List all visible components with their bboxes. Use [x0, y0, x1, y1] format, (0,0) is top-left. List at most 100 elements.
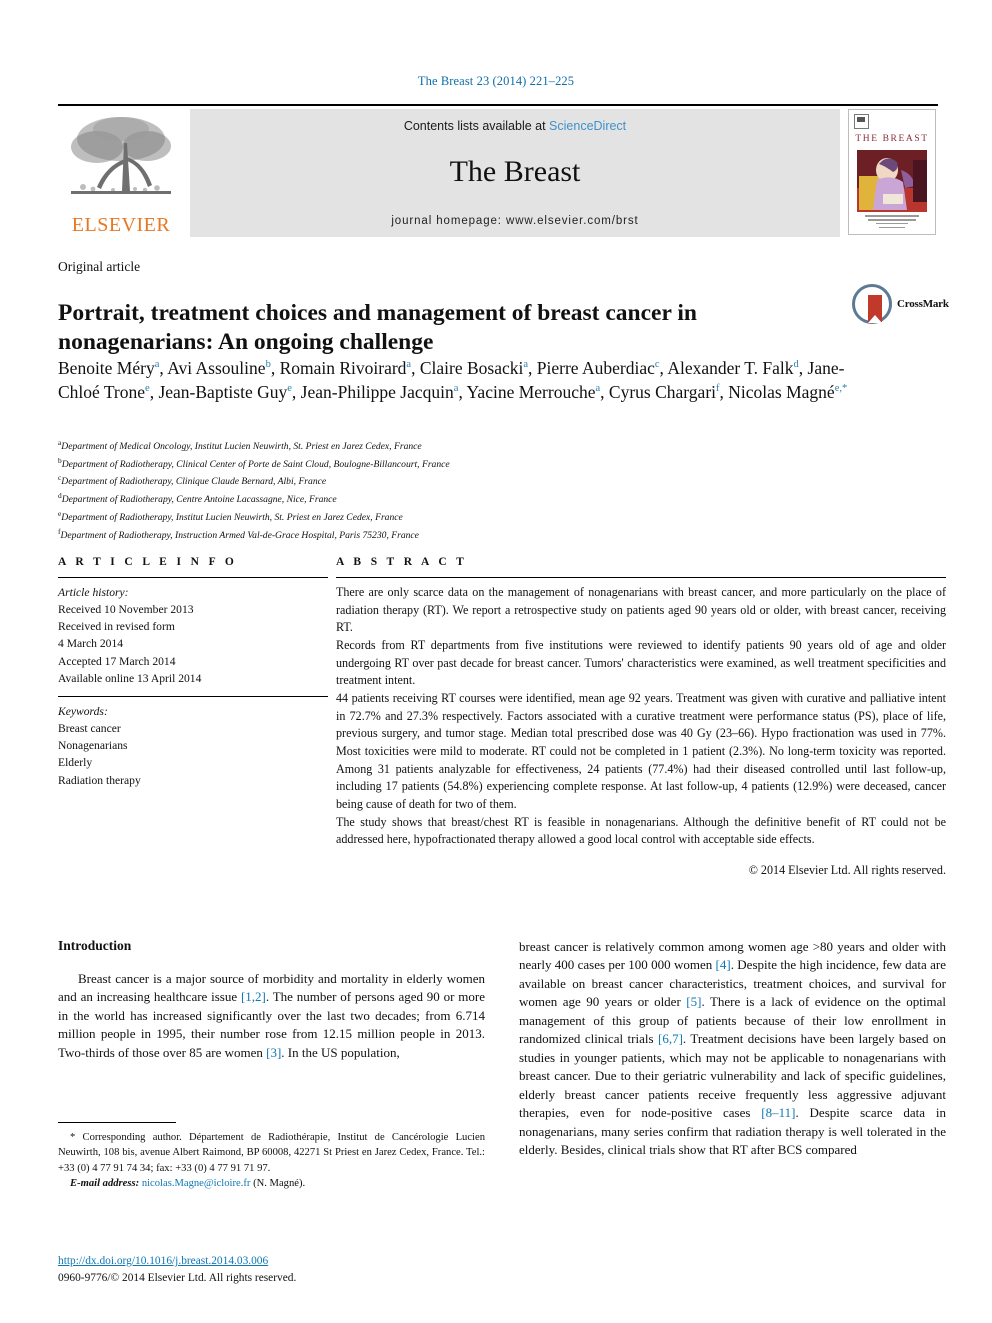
cover-title: THE BREAST	[855, 134, 929, 144]
author-affiliation-mark: a	[523, 359, 529, 371]
crossmark-badge[interactable]: CrossMark	[852, 282, 949, 326]
author-affiliation-mark: b	[265, 359, 271, 371]
journal-title: The Breast	[449, 155, 581, 188]
article-history-item: Received in revised form	[58, 620, 175, 634]
author-name: Cyrus Chargari	[608, 381, 717, 402]
elsevier-tree-icon	[71, 117, 171, 194]
author-affiliation-mark: f	[716, 382, 720, 394]
crossmark-circle-icon	[852, 284, 892, 324]
keyword-lines: Breast cancer Nonagenarians Elderly Radiati…	[58, 720, 328, 789]
section-heading-introduction: Introduction	[58, 938, 132, 953]
cover-publisher-logo-icon	[854, 114, 869, 129]
article-info-heading: A R T I C L E I N F O	[58, 556, 238, 568]
cover-caption	[855, 213, 929, 229]
abstract-heading: A B S T R A C T	[336, 556, 468, 568]
author-affiliation-mark: a	[154, 359, 160, 371]
affiliation-mark: d	[58, 491, 62, 501]
author-name: Romain Rivoirard	[279, 358, 407, 378]
journal-cover-thumbnail[interactable]: THE BREAST	[848, 109, 936, 235]
journal-band: Contents lists available at ScienceDirec…	[190, 109, 840, 237]
author-name: Alexander T. Falk	[667, 358, 794, 378]
journal-masthead: ELSEVIER Contents lists available at Sci…	[58, 104, 938, 237]
email-label: E-mail address:	[70, 1177, 140, 1189]
email-note: E-mail address: nicolas.Magne@icloire.fr…	[58, 1176, 485, 1191]
abstract-paragraph: 44 patients receiving RT courses were id…	[336, 690, 946, 811]
issn-copyright-line: 0960-9776/© 2014 Elsevier Ltd. All right…	[58, 1271, 297, 1284]
keyword-item: Nonagenarians	[58, 739, 128, 753]
author-affiliation-mark: e,*	[834, 382, 848, 394]
article-history-item: Accepted 17 March 2014	[58, 654, 176, 668]
page-title: Portrait, treatment choices and manageme…	[58, 299, 697, 356]
elsevier-wordmark: ELSEVIER	[71, 214, 171, 236]
author-affiliation-mark: d	[793, 359, 799, 371]
author-name: Jean-Philippe Jacquin	[300, 381, 454, 402]
article-history-item: Available online 13 April 2014	[58, 671, 202, 685]
cover-artwork	[857, 150, 927, 212]
article-history-block: Article history: Received 10 November 20…	[58, 584, 328, 687]
article-info-rule-mid	[58, 695, 328, 697]
affiliation-mark: c	[58, 473, 62, 483]
keyword-item: Radiation therapy	[58, 773, 141, 787]
affiliation-item: dDepartment of Radiotherapy, Centre Anto…	[58, 491, 337, 506]
doi-block: http://dx.doi.org/10.1016/j.breast.2014.…	[58, 1253, 485, 1286]
affiliation-item: fDepartment of Radiotherapy, Instruction…	[58, 526, 419, 541]
affiliation-mark: f	[58, 526, 61, 536]
contents-prefix: Contents lists available at	[403, 119, 550, 133]
author-name: Benoite Méry	[58, 358, 155, 378]
abstract-column: A B S T R A C T There are only scarce da…	[336, 556, 946, 878]
abstract-rule-top	[336, 577, 946, 578]
intro-paragraph-right: breast cancer is relatively common among…	[519, 939, 947, 1157]
sciencedirect-link[interactable]: ScienceDirect	[549, 119, 626, 133]
author-affiliation-mark: e	[145, 382, 150, 394]
crossmark-label: CrossMark	[897, 298, 949, 310]
article-history-item: Received 10 November 2013	[58, 603, 194, 617]
author-name: Jean-Baptiste Guy	[158, 381, 288, 402]
article-type: Original article	[58, 259, 141, 274]
article-info-column: A R T I C L E I N F O Article history: R…	[58, 556, 328, 878]
affiliation-list: aDepartment of Medical Oncology, Institu…	[58, 437, 758, 543]
article-history-item: 4 March 2014	[58, 637, 124, 651]
abstract-paragraph: Records from RT departments from five in…	[336, 637, 946, 688]
author-name: Nicolas Magné	[728, 381, 835, 402]
author-affiliation-mark: a	[595, 382, 601, 394]
author-list: Benoite Mérya, Avi Assoulineb, Romain Ri…	[58, 358, 848, 402]
corresponding-author-note: * Corresponding author. Département de R…	[58, 1132, 485, 1174]
author-affiliation-mark: c	[654, 359, 660, 371]
article-history-lines: Received 10 November 2013 Received in rev…	[58, 601, 328, 687]
article-info-rule-top	[58, 577, 328, 578]
author-name: Pierre Auberdiac	[536, 358, 655, 378]
crossmark-ribbon-icon	[868, 295, 882, 323]
keyword-item: Elderly	[58, 756, 93, 770]
affiliation-item: eDepartment of Radiotherapy, Institut Lu…	[58, 508, 403, 524]
email-link[interactable]: nicolas.Magne@icloire.fr	[142, 1178, 251, 1189]
keywords-block: Keywords: Breast cancer Nonagenarians Elde…	[58, 703, 328, 789]
author-name: Avi Assouline	[167, 358, 266, 378]
journal-cover-block: THE BREAST	[846, 109, 938, 237]
affiliation-item: cDepartment of Radiotherapy, Clinique Cl…	[58, 473, 327, 488]
abstract-paragraph: There are only scarce data on the manage…	[336, 585, 946, 635]
author-name: Yacine Merrouche	[466, 381, 596, 402]
email-owner: (N. Magné).	[253, 1177, 306, 1189]
cover-painting-icon	[857, 150, 927, 212]
journal-homepage[interactable]: journal homepage: www.elsevier.com/brst	[391, 215, 638, 227]
intro-paragraph-left: Breast cancer is a major source of morbi…	[58, 971, 485, 1060]
abstract-paragraph: The study shows that breast/chest RT is …	[336, 814, 946, 847]
author-name: Claire Bosacki	[419, 358, 524, 378]
journal-article-page: The Breast 23 (2014) 221–225 ELSEVIER Co…	[0, 0, 992, 1323]
affiliation-item: bDepartment of Radiotherapy, Clinical Ce…	[58, 455, 450, 470]
keywords-label: Keywords:	[58, 704, 108, 718]
affiliation-mark: e	[58, 508, 62, 518]
footnote-rule	[58, 1122, 176, 1123]
author-affiliation-mark: a	[453, 382, 459, 394]
doi-link[interactable]: http://dx.doi.org/10.1016/j.breast.2014.…	[58, 1253, 485, 1270]
elsevier-logo: ELSEVIER	[58, 109, 184, 237]
abstract-body: There are only scarce data on the manage…	[336, 584, 946, 849]
article-history-label: Article history:	[58, 586, 129, 599]
footnote-region: * Corresponding author. Département de R…	[58, 1122, 485, 1191]
contents-list-line: Contents lists available at ScienceDirec…	[404, 119, 626, 133]
author-affiliation-mark: a	[406, 359, 412, 371]
affiliation-mark: b	[58, 455, 62, 465]
keyword-item: Breast cancer	[58, 722, 121, 736]
abstract-copyright: © 2014 Elsevier Ltd. All rights reserved…	[748, 862, 946, 877]
author-affiliation-mark: e	[287, 382, 292, 394]
